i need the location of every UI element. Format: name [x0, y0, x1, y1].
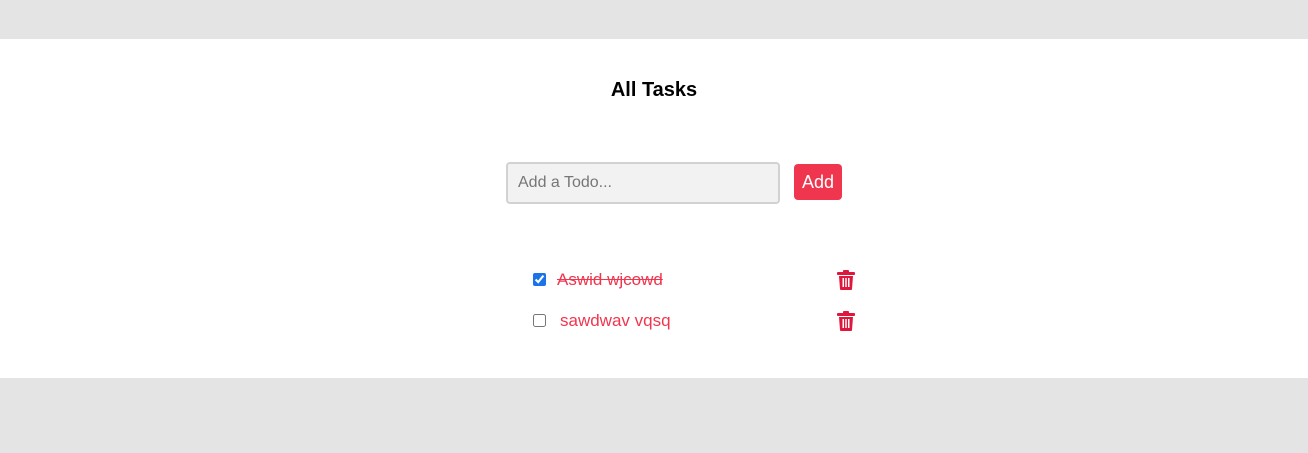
todo-item: Aswid wjcowd: [531, 268, 861, 292]
page-title: All Tasks: [610, 79, 698, 101]
add-button[interactable]: Add: [794, 164, 842, 200]
trash-icon[interactable]: [837, 270, 855, 290]
todo-checkbox[interactable]: [533, 314, 546, 327]
todo-input[interactable]: [506, 162, 780, 204]
todo-text: sawdwav vqsq: [560, 311, 671, 330]
todo-item: sawdwav vqsq: [531, 309, 861, 333]
trash-icon[interactable]: [837, 311, 855, 331]
todo-text: Aswid wjcowd: [557, 270, 663, 289]
todo-checkbox[interactable]: [533, 273, 546, 286]
